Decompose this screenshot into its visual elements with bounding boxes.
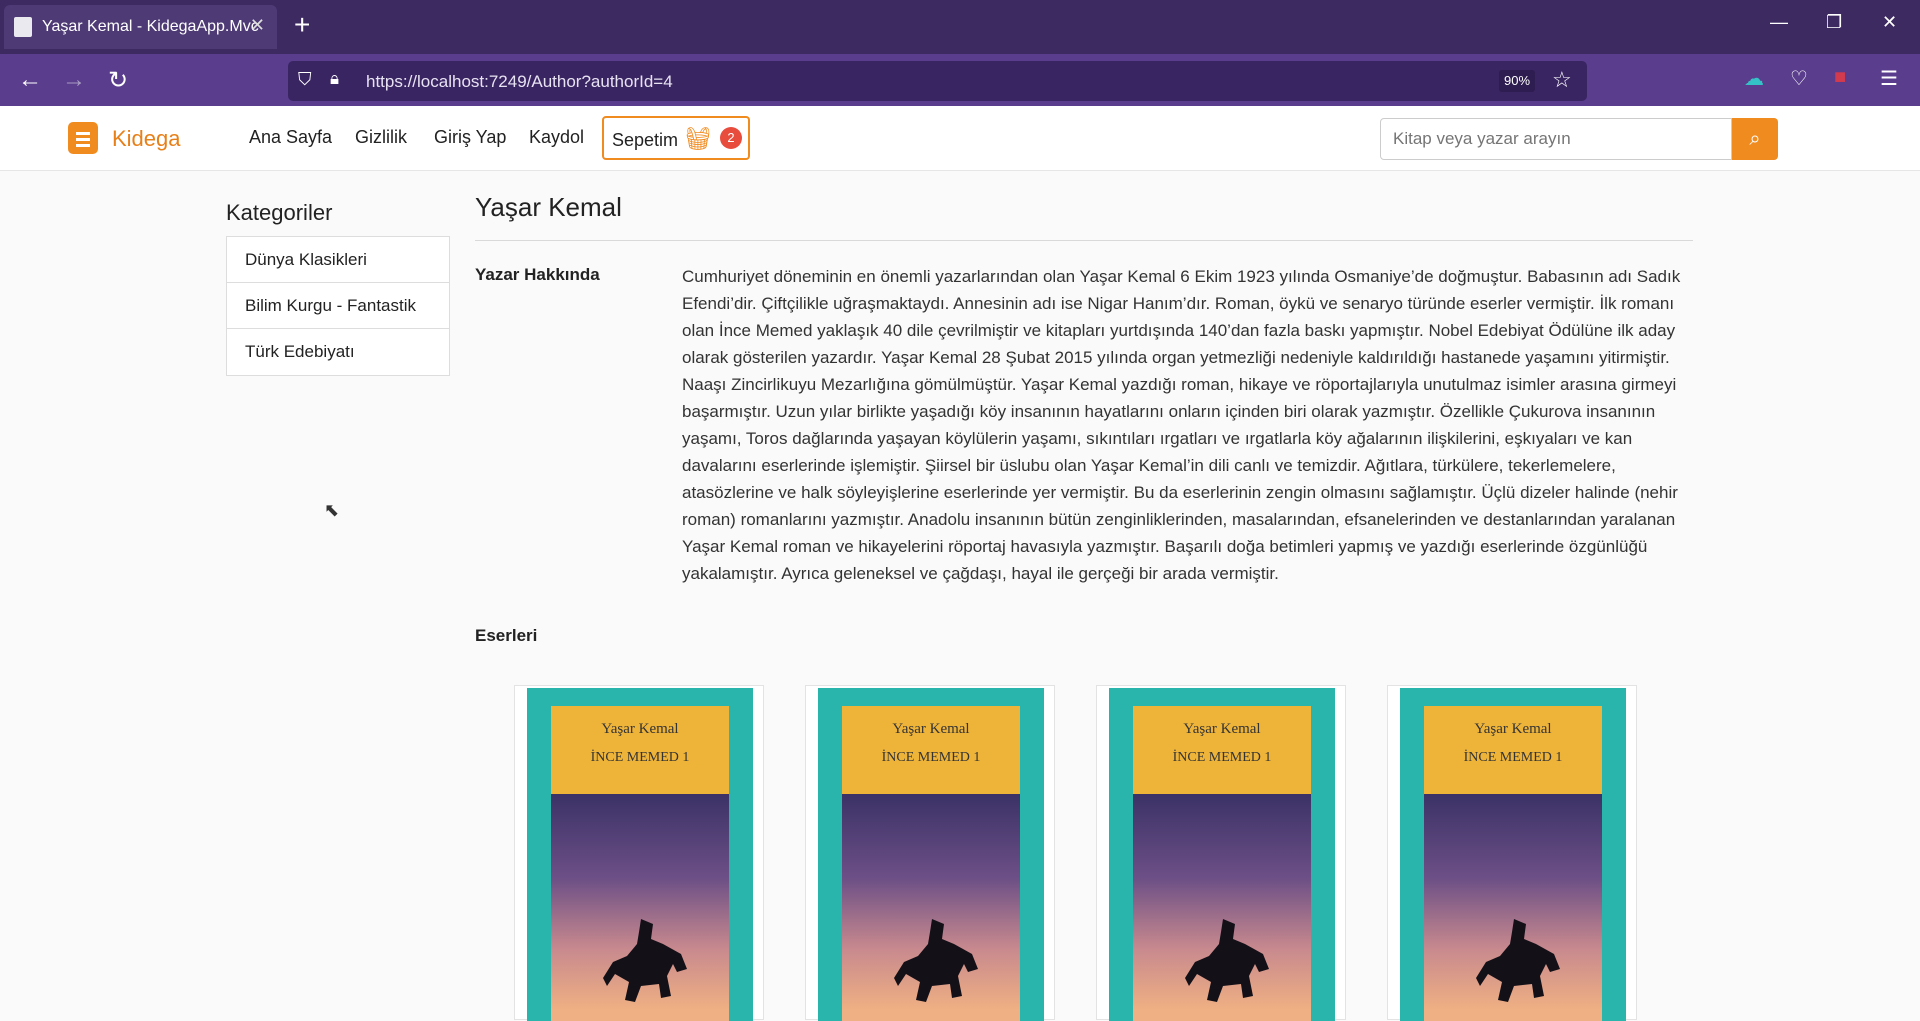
minimize-icon[interactable]: — (1770, 12, 1788, 33)
category-list: Dünya Klasikleri Bilim Kurgu - Fantastik… (226, 236, 450, 376)
browser-tab[interactable]: Yaşar Kemal - KidegaApp.Mvc ✕ (4, 5, 277, 49)
cover-title-block: Yaşar Kemal İNCE MEMED 1 (1133, 706, 1311, 794)
shield-icon[interactable]: ⛉ (298, 69, 312, 90)
pocket-icon[interactable]: ♡ (1790, 66, 1808, 91)
zoom-level[interactable]: 90% (1499, 70, 1535, 92)
categories-title: Kategoriler (226, 200, 333, 225)
horse-rider-icon (603, 919, 687, 1002)
page-icon (14, 17, 32, 37)
close-tab-icon[interactable]: ✕ (250, 15, 265, 36)
cover-title: İNCE MEMED 1 (590, 750, 690, 765)
author-name: Yaşar Kemal (475, 192, 622, 222)
forward-icon[interactable]: → (62, 66, 86, 94)
horse-rider-icon (1476, 919, 1560, 1002)
book-cover[interactable]: Yaşar Kemal İNCE MEMED 1 (527, 688, 753, 1021)
site-header: Kidega Ana Sayfa Gizlilik Giriş Yap Kayd… (0, 106, 1920, 171)
window-close-icon[interactable]: ✕ (1882, 12, 1897, 33)
cover-title: İNCE MEMED 1 (1172, 750, 1272, 765)
horse-rider-icon (894, 919, 978, 1002)
book-cover[interactable]: Yaşar Kemal İNCE MEMED 1 (1400, 688, 1626, 1021)
extension-icon[interactable]: ■ (1834, 66, 1846, 89)
category-item[interactable]: Bilim Kurgu - Fantastik (227, 283, 449, 329)
basket-icon: 🧺︎ (684, 126, 712, 151)
category-item[interactable]: Türk Edebiyatı (227, 329, 449, 375)
cover-title-block: Yaşar Kemal İNCE MEMED 1 (551, 706, 729, 794)
book-card[interactable]: Yaşar Kemal İNCE MEMED 1 (1387, 685, 1637, 1021)
category-item[interactable]: Dünya Klasikleri (227, 237, 449, 283)
back-icon[interactable]: ← (18, 66, 42, 94)
cover-author: Yaşar Kemal (601, 721, 679, 737)
cover-author: Yaşar Kemal (1474, 721, 1552, 737)
about-label: Yazar Hakkında (475, 265, 600, 284)
mouse-cursor-icon: ⬉ (324, 500, 340, 520)
cover-title-block: Yaşar Kemal İNCE MEMED 1 (842, 706, 1020, 794)
book-cover[interactable]: Yaşar Kemal İNCE MEMED 1 (1109, 688, 1335, 1021)
nav-login[interactable]: Giriş Yap (434, 127, 506, 148)
nav-home[interactable]: Ana Sayfa (249, 127, 332, 148)
brand-name[interactable]: Kidega (112, 126, 181, 152)
cart-count-badge: 2 (720, 127, 742, 149)
cart-button[interactable]: Sepetim 🧺︎ 2 (602, 116, 750, 160)
cover-illustration (1424, 794, 1602, 1021)
search-button[interactable]: ⌕ (1732, 118, 1778, 160)
nav-privacy[interactable]: Gizlilik (355, 127, 407, 148)
reload-icon[interactable]: ↻ (108, 66, 128, 95)
cloud-icon[interactable]: ☁ (1744, 66, 1764, 91)
url-text[interactable]: https://localhost:7249/Author?authorId=4 (366, 72, 673, 92)
cover-author: Yaşar Kemal (892, 721, 970, 737)
restore-icon[interactable]: ❐ (1826, 12, 1842, 33)
search-icon: ⌕ (1749, 128, 1761, 150)
nav-register[interactable]: Kaydol (529, 127, 584, 148)
cover-illustration (842, 794, 1020, 1021)
divider (475, 240, 1693, 241)
works-label: Eserleri (475, 626, 538, 645)
book-card[interactable]: Yaşar Kemal İNCE MEMED 1 (514, 685, 764, 1021)
lock-icon[interactable]: 🔒︎ (330, 69, 339, 89)
cover-illustration (551, 794, 729, 1021)
cover-title: İNCE MEMED 1 (881, 750, 981, 765)
book-logo-icon[interactable] (68, 122, 98, 154)
cover-title-block: Yaşar Kemal İNCE MEMED 1 (1424, 706, 1602, 794)
book-card[interactable]: Yaşar Kemal İNCE MEMED 1 (1096, 685, 1346, 1021)
bookmark-star-icon[interactable]: ☆ (1552, 67, 1572, 93)
cover-illustration (1133, 794, 1311, 1021)
horse-rider-icon (1185, 919, 1269, 1002)
author-bio: Cumhuriyet döneminin en önemli yazarları… (682, 267, 1681, 583)
cover-title: İNCE MEMED 1 (1463, 750, 1563, 765)
tab-title: Yaşar Kemal - KidegaApp.Mvc (42, 18, 259, 35)
menu-icon[interactable]: ☰ (1880, 66, 1898, 91)
new-tab-button[interactable]: + (294, 9, 310, 41)
book-cover[interactable]: Yaşar Kemal İNCE MEMED 1 (818, 688, 1044, 1021)
search-input[interactable] (1380, 118, 1732, 160)
cover-author: Yaşar Kemal (1183, 721, 1261, 737)
address-bar[interactable]: ⛉ 🔒︎ https://localhost:7249/Author?autho… (288, 61, 1587, 101)
book-card[interactable]: Yaşar Kemal İNCE MEMED 1 (805, 685, 1055, 1021)
cart-label: Sepetim (612, 130, 679, 150)
browser-tab-bar: Yaşar Kemal - KidegaApp.Mvc ✕ + — ❐ ✕ (0, 0, 1920, 54)
